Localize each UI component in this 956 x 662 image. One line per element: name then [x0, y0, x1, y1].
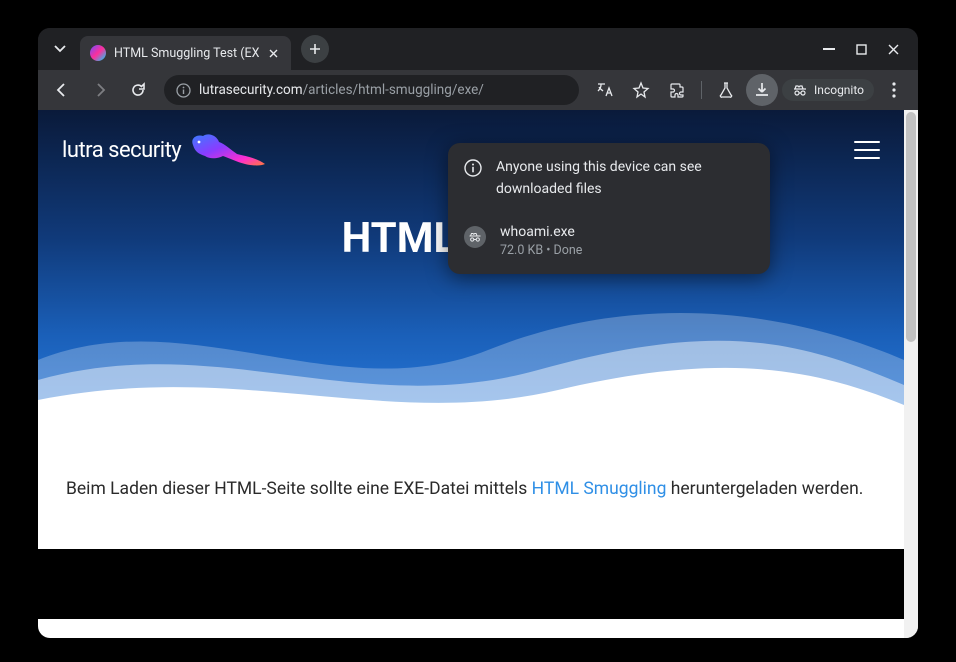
content-link[interactable]: HTML Smuggling [532, 479, 667, 499]
download-popup: Anyone using this device can see downloa… [448, 143, 770, 274]
download-notice-text: Anyone using this device can see downloa… [496, 157, 754, 200]
scrollbar-thumb[interactable] [906, 112, 916, 342]
toolbar-right: Incognito [589, 74, 910, 106]
download-file-meta: 72.0 KB • Done [500, 243, 582, 258]
logo-otter-icon [185, 130, 270, 170]
incognito-label: Incognito [814, 83, 864, 97]
toolbar: lutrasecurity.com/articles/html-smugglin… [38, 70, 918, 110]
browser-window: HTML Smuggling Test (EX [38, 28, 918, 638]
labs-icon[interactable] [710, 74, 742, 106]
forward-button[interactable] [84, 74, 116, 106]
site-logo[interactable]: lutra security [62, 130, 270, 170]
tab-favicon [90, 45, 106, 61]
viewport: lutra security [38, 110, 918, 638]
site-info-icon[interactable] [176, 83, 191, 98]
download-notice: Anyone using this device can see downloa… [448, 143, 770, 214]
file-incognito-icon [464, 226, 486, 248]
footer-band [38, 549, 904, 619]
tab-active[interactable]: HTML Smuggling Test (EX [80, 36, 291, 70]
tab-close-icon[interactable] [265, 45, 281, 61]
downloads-icon[interactable] [746, 74, 778, 106]
menu-icon[interactable] [878, 74, 910, 106]
tab-search-dropdown[interactable] [46, 35, 74, 63]
tab-bar: HTML Smuggling Test (EX [38, 28, 918, 70]
article-body: Beim Laden dieser HTML-Seite sollte eine… [38, 430, 904, 549]
window-controls [822, 42, 910, 56]
download-file-name: whoami.exe [500, 224, 582, 240]
bookmark-icon[interactable] [625, 74, 657, 106]
content-text-before: Beim Laden dieser HTML-Seite sollte eine… [66, 479, 532, 499]
scrollbar[interactable] [904, 110, 918, 638]
tab-title: HTML Smuggling Test (EX [114, 46, 259, 61]
logo-text: lutra security [62, 138, 181, 163]
new-tab-button[interactable] [301, 35, 329, 63]
hero-wave [38, 290, 904, 430]
url-text: lutrasecurity.com/articles/html-smugglin… [199, 82, 484, 98]
reload-button[interactable] [122, 74, 154, 106]
maximize-button[interactable] [854, 42, 868, 56]
extensions-icon[interactable] [661, 74, 693, 106]
close-window-button[interactable] [886, 42, 900, 56]
incognito-icon [792, 84, 808, 96]
translate-icon[interactable] [589, 74, 621, 106]
info-icon [464, 159, 482, 200]
minimize-button[interactable] [822, 42, 836, 56]
toolbar-divider [701, 81, 702, 99]
back-button[interactable] [46, 74, 78, 106]
address-bar[interactable]: lutrasecurity.com/articles/html-smugglin… [164, 75, 579, 105]
hamburger-menu[interactable] [854, 141, 880, 159]
download-file-item[interactable]: whoami.exe 72.0 KB • Done [448, 214, 770, 274]
content-text-after: heruntergeladen werden. [666, 479, 863, 499]
incognito-chip[interactable]: Incognito [782, 79, 874, 101]
